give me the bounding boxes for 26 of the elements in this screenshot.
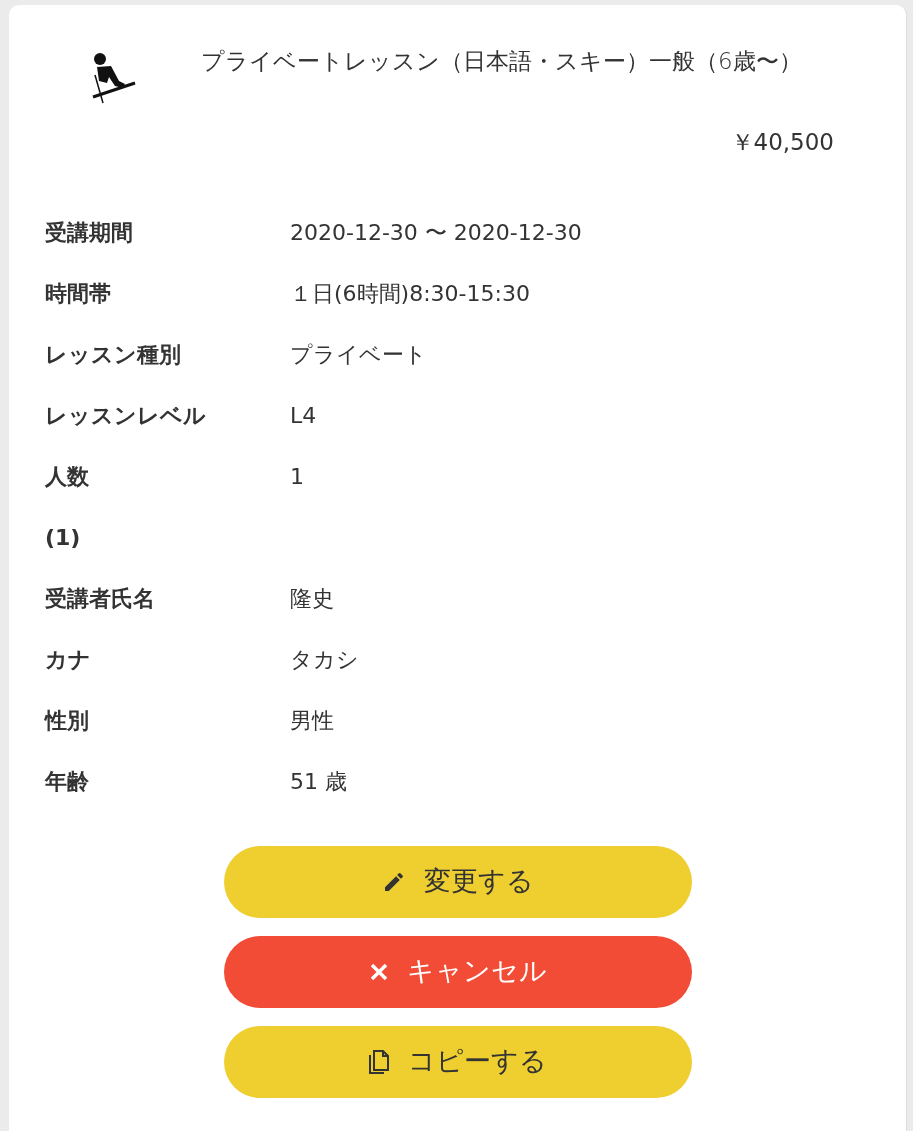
- field-label: 受講期間: [45, 219, 133, 245]
- field-label: (1): [45, 524, 81, 550]
- field-label: 人数: [45, 463, 89, 489]
- close-icon: [368, 961, 389, 982]
- field-value: 51 歳: [290, 767, 347, 796]
- field-label: レッスン種別: [45, 341, 181, 367]
- field-value: １日(6時間)8:30-15:30: [290, 279, 530, 308]
- field-value: 隆史: [290, 584, 334, 613]
- document-icon: [368, 1048, 390, 1075]
- field-value: プライベート: [290, 340, 427, 369]
- lesson-title: プライベートレッスン（日本語・スキー）一般（6歳〜）: [201, 47, 803, 76]
- cancel-button[interactable]: キャンセル: [223, 935, 692, 1008]
- field-label: 年齢: [45, 768, 89, 794]
- field-label: 性別: [45, 707, 89, 733]
- field-label: 受講者氏名: [45, 585, 155, 611]
- copy-button[interactable]: コピーする: [223, 1025, 692, 1098]
- field-label: カナ: [45, 646, 91, 672]
- edit-button[interactable]: 変更する: [223, 845, 692, 918]
- field-label: レッスンレベル: [45, 402, 206, 428]
- field-value: 男性: [290, 706, 334, 735]
- field-value: 1: [290, 462, 304, 491]
- price: ￥40,500: [730, 129, 834, 155]
- field-label: 時間帯: [45, 280, 111, 306]
- field-value: L4: [290, 401, 317, 430]
- field-value: タカシ: [290, 645, 359, 674]
- field-value: 2020-12-30 〜 2020-12-30: [290, 218, 582, 247]
